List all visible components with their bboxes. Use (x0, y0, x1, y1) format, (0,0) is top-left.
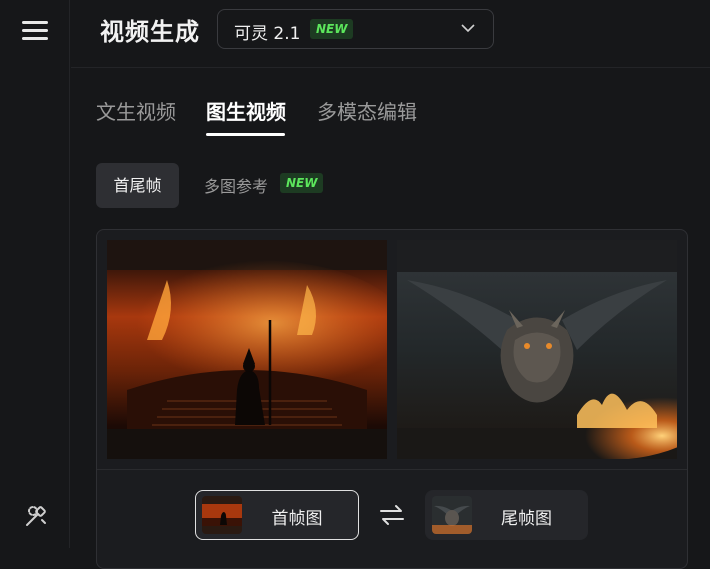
first-frame-button[interactable]: 首帧图 (195, 490, 359, 540)
model-select[interactable]: 可灵 2.1 NEW (217, 9, 494, 49)
first-frame-label: 首帧图 (271, 509, 323, 529)
last-frame-label: 尾帧图 (501, 509, 552, 529)
swap-arrows-icon[interactable] (379, 504, 405, 526)
tab-text-to-video[interactable]: 文生视频 (96, 96, 176, 125)
last-frame-button[interactable]: 尾帧图 (425, 490, 588, 540)
magic-wand-icon[interactable] (21, 503, 49, 531)
hamburger-menu-icon[interactable] (22, 19, 48, 41)
model-select-value: 可灵 2.1 (234, 24, 301, 44)
header-bar: 视频生成 可灵 2.1 NEW (71, 0, 710, 68)
left-rail (0, 0, 70, 548)
last-frame-image[interactable] (397, 240, 677, 459)
new-badge: NEW (310, 19, 354, 39)
chevron-down-icon (461, 24, 475, 33)
multi-image-reference-option[interactable]: 多图参考 (204, 173, 268, 197)
first-frame-image[interactable] (107, 240, 387, 459)
panel-divider (97, 469, 687, 470)
page-title: 视频生成 (100, 18, 200, 46)
first-last-frame-option[interactable]: 首尾帧 (96, 163, 179, 208)
tab-multimodal-edit[interactable]: 多模态编辑 (317, 96, 417, 125)
active-tab-indicator (206, 133, 285, 136)
new-badge: NEW (280, 173, 324, 193)
tab-image-to-video[interactable]: 图生视频 (206, 96, 286, 125)
